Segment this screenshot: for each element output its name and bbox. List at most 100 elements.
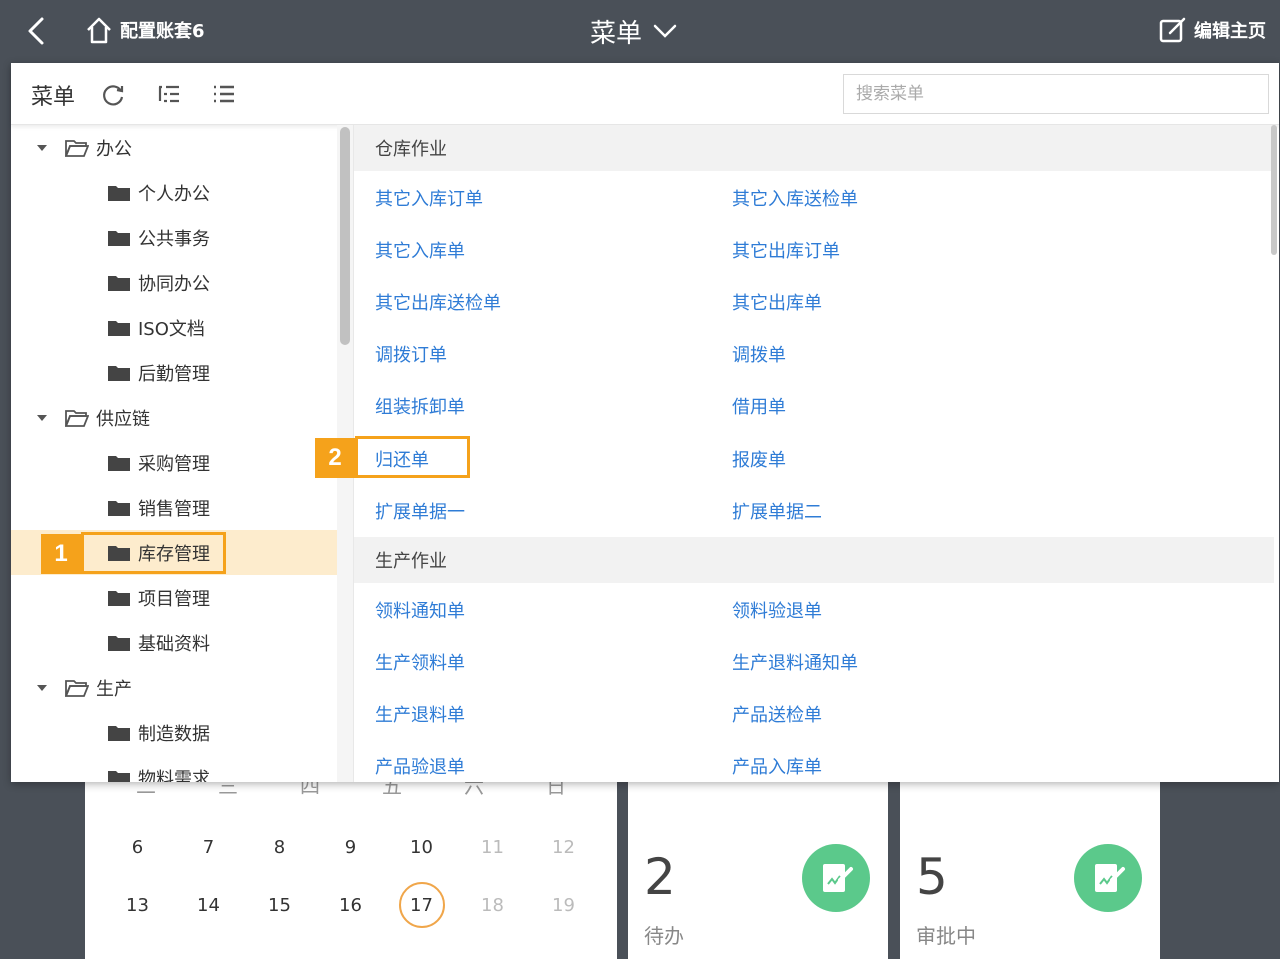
menu-title-dropdown[interactable]: 菜单 <box>590 12 678 50</box>
calendar-day[interactable]: 6 <box>102 824 173 870</box>
menu-link[interactable]: 产品验退单 <box>375 753 465 779</box>
tree-label: 销售管理 <box>138 498 210 520</box>
home-button[interactable]: 配置账套6 <box>84 14 205 46</box>
collapse-all-button[interactable] <box>155 81 183 109</box>
folder-icon <box>108 230 130 246</box>
folder-icon <box>108 275 130 291</box>
menu-link[interactable]: 生产退料单 <box>375 701 465 727</box>
tree-list-icon <box>158 85 179 103</box>
menu-link[interactable]: 其它出库送检单 <box>375 289 501 315</box>
chevron-left-icon <box>28 17 44 45</box>
tree-node-collaborative-office[interactable]: 协同办公 <box>11 260 337 305</box>
tree-label: 协同办公 <box>138 273 210 295</box>
section-header-warehouse: 仓库作业 <box>354 125 1274 171</box>
calendar-day[interactable]: 8 <box>244 824 315 870</box>
calendar-widget: 二 三 四 五 六 日 6 7 8 9 10 11 12 13 14 15 16… <box>85 770 617 959</box>
folder-open-icon <box>65 679 89 697</box>
menu-link[interactable]: 其它出库单 <box>732 289 822 315</box>
menu-link[interactable]: 调拨单 <box>732 341 786 367</box>
menu-link[interactable]: 产品送检单 <box>732 701 822 727</box>
menu-link[interactable]: 扩展单据一 <box>375 498 465 524</box>
calendar-day[interactable]: 14 <box>173 882 244 928</box>
menu-link[interactable]: 借用单 <box>732 393 786 419</box>
tree-node-supply-chain[interactable]: 供应链 <box>11 395 337 440</box>
calendar-day[interactable]: 11 <box>457 824 528 870</box>
menu-link[interactable]: 调拨订单 <box>375 341 447 367</box>
tree-node-office[interactable]: 办公 <box>11 125 337 170</box>
callout-2-box <box>355 436 470 478</box>
refresh-icon <box>103 85 124 106</box>
todo-card[interactable]: 2 待办 <box>628 780 888 959</box>
tree-label: 供应链 <box>96 408 150 430</box>
menu-link[interactable]: 其它入库订单 <box>375 185 483 211</box>
caret-down-icon[interactable] <box>36 682 48 694</box>
tree-node-purchasing[interactable]: 采购管理 <box>11 440 337 485</box>
page-title: 菜单 <box>590 18 643 49</box>
calendar-day[interactable]: 12 <box>528 824 599 870</box>
calendar-day[interactable]: 9 <box>315 824 386 870</box>
tree-node-sales[interactable]: 销售管理 <box>11 485 337 530</box>
account-name: 配置账套6 <box>120 21 205 42</box>
tree-node-projects[interactable]: 项目管理 <box>11 575 337 620</box>
menu-link[interactable]: 领料验退单 <box>732 597 822 623</box>
menu-link[interactable]: 其它入库送检单 <box>732 185 858 211</box>
folder-icon <box>108 320 130 336</box>
search-menu-input[interactable] <box>843 74 1269 114</box>
menu-link[interactable]: 其它出库订单 <box>732 237 840 263</box>
tree-node-logistics[interactable]: 后勤管理 <box>11 350 337 395</box>
todo-label: 待办 <box>644 924 684 948</box>
tree-node-public-affairs[interactable]: 公共事务 <box>11 215 337 260</box>
edit-icon <box>1159 17 1186 43</box>
content-scrollbar-thumb[interactable] <box>1271 125 1277 255</box>
menu-link[interactable]: 组装拆卸单 <box>375 393 465 419</box>
menu-link[interactable]: 产品入库单 <box>732 753 822 779</box>
calendar-day[interactable]: 18 <box>457 882 528 928</box>
menu-toolbar: 菜单 <box>11 63 1279 125</box>
folder-icon <box>108 770 130 782</box>
menu-popup: 菜单 办公 个人办公 公共事务 协同办公 <box>11 63 1279 782</box>
menu-link[interactable]: 报废单 <box>732 446 786 472</box>
menu-content: 仓库作业 其它入库订单 其它入库送检单 其它入库单 其它出库订单 其它出库送检单… <box>354 125 1279 782</box>
tree-node-material-requirements[interactable]: 物料需求 <box>11 755 337 782</box>
callout-1-badge: 1 <box>41 534 81 574</box>
tree-node-master-data[interactable]: 基础资料 <box>11 620 337 665</box>
calendar-day[interactable]: 10 <box>386 824 457 870</box>
caret-down-icon[interactable] <box>36 142 48 154</box>
tree-node-personal-office[interactable]: 个人办公 <box>11 170 337 215</box>
calendar-day[interactable]: 15 <box>244 882 315 928</box>
caret-down-icon[interactable] <box>36 412 48 424</box>
tree-node-production[interactable]: 生产 <box>11 665 337 710</box>
calendar-day[interactable]: 7 <box>173 824 244 870</box>
tree-label: 制造数据 <box>138 723 210 745</box>
menu-link[interactable]: 其它入库单 <box>375 237 465 263</box>
menu-link[interactable]: 生产退料通知单 <box>732 649 858 675</box>
menu-tree: 办公 个人办公 公共事务 协同办公 ISO文档 后勤管理 供应链 采购管理 销售… <box>11 125 353 782</box>
calendar-day[interactable]: 13 <box>102 882 173 928</box>
tree-label: 采购管理 <box>138 453 210 475</box>
tree-label: 项目管理 <box>138 588 210 610</box>
callout-1-box <box>81 532 226 574</box>
expand-all-button[interactable] <box>210 81 238 109</box>
refresh-button[interactable] <box>99 81 127 109</box>
tree-node-iso-docs[interactable]: ISO文档 <box>11 305 337 350</box>
tree-label: 后勤管理 <box>138 363 210 385</box>
tree-node-manufacturing-data[interactable]: 制造数据 <box>11 710 337 755</box>
folder-icon <box>108 635 130 651</box>
calendar-day-today[interactable]: 17 <box>386 882 457 928</box>
menu-toolbar-title: 菜单 <box>31 85 76 110</box>
edit-home-button[interactable]: 编辑主页 <box>1158 14 1266 46</box>
menu-link[interactable]: 生产领料单 <box>375 649 465 675</box>
calendar-day[interactable]: 19 <box>528 882 599 928</box>
back-button[interactable] <box>22 16 50 46</box>
folder-icon <box>108 185 130 201</box>
document-sign-icon <box>1074 844 1142 912</box>
calendar-week: 13 14 15 16 17 18 19 <box>85 882 617 928</box>
menu-link[interactable]: 领料通知单 <box>375 597 465 623</box>
menu-link[interactable]: 扩展单据二 <box>732 498 822 524</box>
tree-label: ISO文档 <box>138 318 205 340</box>
calendar-day[interactable]: 16 <box>315 882 386 928</box>
edit-home-label: 编辑主页 <box>1194 21 1266 42</box>
content-scrollbar[interactable] <box>1271 125 1279 782</box>
tree-scrollbar-thumb[interactable] <box>340 127 350 345</box>
approving-card[interactable]: 5 审批中 <box>900 780 1160 959</box>
